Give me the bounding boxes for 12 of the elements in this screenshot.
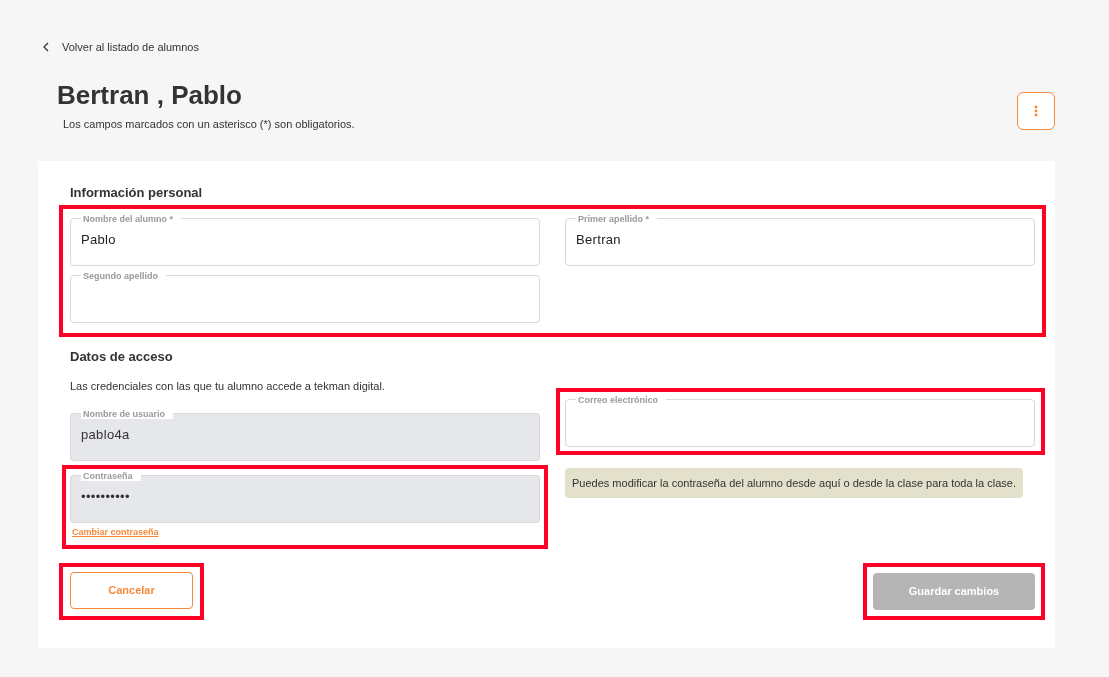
info-note: Puedes modificar la contraseña del alumno desde aquí o desde la clase para toda la clase. — [565, 467, 1023, 498]
section-heading: Datos de acceso — [70, 347, 174, 366]
input-field[interactable]: Nombre del alumno * Pablo — [70, 213, 540, 266]
more-options-button[interactable] — [1017, 91, 1055, 130]
section-description: Las credenciales con las que tu alumno accede a tekman digital. — [70, 379, 386, 394]
back-link[interactable]: Volver al listado de alumnos — [42, 39, 199, 56]
required-fields-note: Los campos marcados con un asterisco (*) son obligatorios. — [63, 116, 355, 132]
section-heading: Información personal — [70, 184, 204, 202]
kebab-menu-icon — [1034, 104, 1038, 117]
chevron-left-icon — [42, 42, 50, 53]
page-title: Bertran , Pablo — [57, 79, 243, 110]
input-field[interactable]: Primer apellido * Bertran — [565, 213, 1035, 266]
